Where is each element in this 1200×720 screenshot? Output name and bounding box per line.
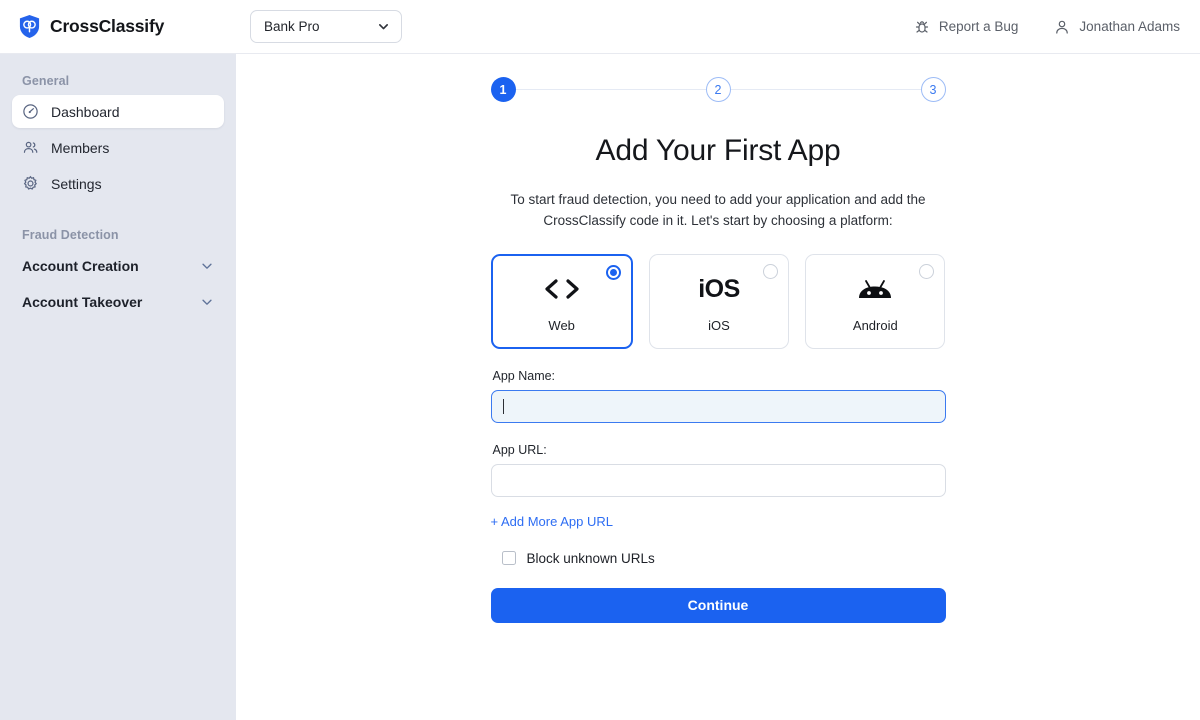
page-title: Add Your First App bbox=[595, 134, 841, 167]
top-bar: CrossClassify Bank Pro Report a Bug Jona… bbox=[0, 0, 1200, 54]
platform-label: Android bbox=[852, 318, 898, 334]
org-selector-value: Bank Pro bbox=[264, 19, 320, 34]
step-connector bbox=[515, 88, 706, 91]
body: General Dashboard Members Settings Fraud… bbox=[0, 54, 1200, 720]
sidebar-section-general: General bbox=[22, 74, 70, 88]
onboarding-panel: 1 2 3 Add Your First App To start fraud … bbox=[490, 54, 946, 623]
app-url-label: App URL: bbox=[492, 442, 547, 457]
step-connector bbox=[730, 88, 921, 91]
sidebar-item-members[interactable]: Members bbox=[12, 131, 224, 164]
sidebar-group-label: Account Takeover bbox=[22, 294, 143, 310]
main-content: 1 2 3 Add Your First App To start fraud … bbox=[236, 54, 1200, 720]
ios-text-icon: iOS bbox=[698, 269, 740, 309]
app-url-input[interactable] bbox=[490, 463, 946, 497]
platform-radio-web[interactable] bbox=[605, 264, 621, 280]
platform-selector: Web iOS iOS Android bbox=[490, 253, 946, 349]
people-icon bbox=[23, 141, 38, 153]
gauge-icon bbox=[23, 104, 38, 119]
platform-card-web[interactable]: Web bbox=[490, 253, 633, 349]
user-menu[interactable]: Jonathan Adams bbox=[1054, 19, 1180, 35]
block-unknown-urls-label: Block unknown URLs bbox=[526, 550, 655, 566]
chevron-down-icon bbox=[202, 263, 212, 269]
platform-radio-ios[interactable] bbox=[763, 263, 779, 279]
org-selector[interactable]: Bank Pro bbox=[250, 10, 402, 43]
sidebar-group-label: Account Creation bbox=[22, 258, 139, 274]
platform-card-android[interactable]: Android bbox=[805, 253, 946, 349]
sidebar-item-dashboard[interactable]: Dashboard bbox=[12, 95, 224, 128]
brand-name: CrossClassify bbox=[50, 16, 165, 36]
platform-label: iOS bbox=[708, 318, 730, 334]
sidebar-item-label: Dashboard bbox=[51, 103, 120, 120]
ios-glyph: iOS bbox=[698, 274, 740, 303]
sidebar: General Dashboard Members Settings Fraud… bbox=[0, 54, 236, 720]
android-robot-icon bbox=[854, 269, 896, 309]
platform-label: Web bbox=[548, 318, 575, 334]
user-name-label: Jonathan Adams bbox=[1079, 19, 1180, 34]
app-root: CrossClassify Bank Pro Report a Bug Jona… bbox=[0, 0, 1200, 720]
sidebar-item-label: Members bbox=[51, 139, 110, 156]
shield-logo-icon bbox=[19, 15, 40, 38]
chevron-down-icon bbox=[379, 24, 388, 30]
code-brackets-icon bbox=[539, 269, 585, 309]
step-3[interactable]: 3 bbox=[920, 77, 946, 102]
person-icon bbox=[1056, 20, 1069, 34]
sidebar-section-fraud-detection: Fraud Detection bbox=[22, 228, 119, 242]
step-2[interactable]: 2 bbox=[705, 77, 731, 102]
radio-dot bbox=[609, 268, 617, 276]
report-bug-label: Report a Bug bbox=[938, 19, 1019, 34]
top-bar-right: Report a Bug Jonathan Adams bbox=[914, 19, 1180, 35]
page-subtitle: To start fraud detection, you need to ad… bbox=[510, 192, 926, 228]
report-bug-button[interactable]: Report a Bug bbox=[914, 19, 1019, 35]
app-name-label: App Name: bbox=[492, 368, 556, 383]
sidebar-group-account-creation[interactable]: Account Creation bbox=[12, 249, 224, 283]
sidebar-item-label: Settings bbox=[51, 175, 102, 192]
add-more-app-url-link[interactable]: + Add More App URL bbox=[491, 514, 946, 529]
stepper: 1 2 3 bbox=[490, 72, 946, 102]
platform-radio-android[interactable] bbox=[919, 263, 935, 279]
bug-icon bbox=[915, 20, 928, 33]
block-unknown-urls-row[interactable]: Block unknown URLs bbox=[501, 550, 946, 566]
block-unknown-urls-checkbox[interactable] bbox=[501, 551, 516, 566]
brand[interactable]: CrossClassify bbox=[18, 14, 234, 39]
text-caret bbox=[502, 398, 504, 414]
continue-button[interactable]: Continue bbox=[490, 587, 946, 623]
gear-icon bbox=[23, 175, 37, 190]
app-name-input[interactable] bbox=[490, 389, 946, 423]
sidebar-item-settings[interactable]: Settings bbox=[12, 167, 224, 200]
sidebar-group-account-takeover[interactable]: Account Takeover bbox=[12, 285, 224, 319]
platform-card-ios[interactable]: iOS iOS bbox=[648, 253, 790, 349]
step-1[interactable]: 1 bbox=[490, 77, 516, 102]
chevron-down-icon bbox=[202, 299, 212, 305]
